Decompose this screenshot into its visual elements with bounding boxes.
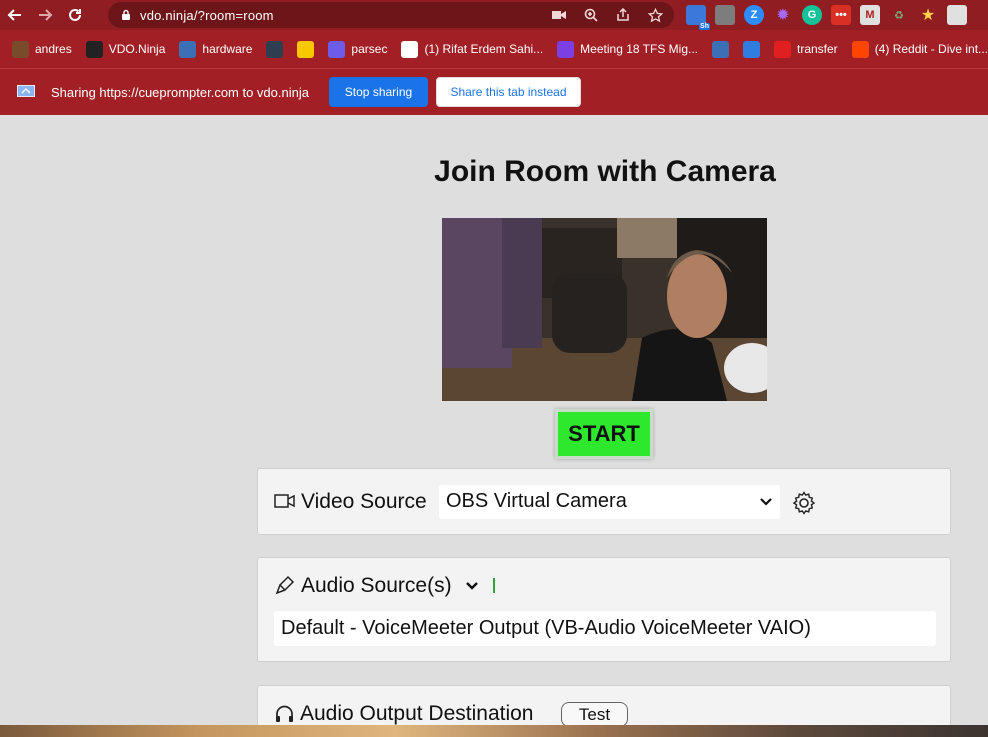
camera-preview xyxy=(442,218,767,401)
bookmark-label: andres xyxy=(35,42,72,56)
bookmark-label: (1) Rifat Erdem Sahi... xyxy=(424,42,544,56)
bookmark-label: parsec xyxy=(351,42,388,56)
chevron-down-icon xyxy=(760,498,772,506)
extension-shared-icon[interactable]: Sh xyxy=(686,5,710,30)
bookmark-item[interactable] xyxy=(266,40,284,58)
page-title: Join Room with Camera xyxy=(434,155,776,188)
bookmark-favicon-icon xyxy=(712,40,729,58)
extension-star-icon[interactable]: ★ xyxy=(918,5,938,25)
screen-share-infobar: Sharing https://cueprompter.com to vdo.n… xyxy=(0,68,988,115)
video-source-label: Video Source xyxy=(301,490,427,513)
video-source-selected-value: OBS Virtual Camera xyxy=(446,490,627,512)
sharing-status-text: Sharing https://cueprompter.com to vdo.n… xyxy=(51,85,309,100)
audio-source-panel: Audio Source(s) Default - VoiceMeeter Ou… xyxy=(257,557,951,662)
audio-level-meter xyxy=(493,578,495,593)
bookmark-star-icon[interactable] xyxy=(646,6,664,24)
bookmark-favicon-icon xyxy=(774,40,791,58)
video-camera-icon xyxy=(274,494,295,508)
bookmark-favicon-icon xyxy=(266,40,284,58)
zoom-icon[interactable] xyxy=(582,6,600,24)
back-arrow-icon xyxy=(7,9,21,21)
extensions-area: Sh Z ✹ G ••• M ♻ ★ xyxy=(686,5,967,30)
extension-m-icon[interactable]: M xyxy=(860,5,880,25)
test-audio-button[interactable]: Test xyxy=(561,702,628,727)
bookmark-item[interactable]: VDO.Ninja xyxy=(85,40,166,58)
extension-image-icon[interactable] xyxy=(715,5,735,25)
bookmark-favicon-icon xyxy=(85,40,103,58)
lock-icon xyxy=(122,9,130,20)
gear-icon[interactable] xyxy=(791,490,817,516)
headphones-icon xyxy=(276,705,293,722)
bookmark-favicon-icon xyxy=(297,40,315,58)
bookmark-item[interactable]: andres xyxy=(12,40,72,58)
bookmark-item[interactable] xyxy=(297,40,315,58)
bookmark-item[interactable]: parsec xyxy=(328,40,388,58)
browser-toolbar: vdo.ninja/?room=room Sh Z ✹ G ••• M ♻ ★ xyxy=(0,0,988,30)
bookmark-item[interactable]: Meeting 18 TFS Mig... xyxy=(557,40,698,58)
bookmark-label: transfer xyxy=(797,42,838,56)
bookmark-label: (4) Reddit - Dive int... xyxy=(874,42,988,56)
forward-button[interactable] xyxy=(30,0,60,30)
forward-arrow-icon xyxy=(39,9,53,21)
url-text: vdo.ninja/?room=room xyxy=(140,7,274,23)
bookmark-favicon-icon xyxy=(851,40,869,58)
bookmark-favicon-icon xyxy=(557,40,575,58)
extension-box-icon[interactable] xyxy=(947,5,967,25)
bookmark-favicon-icon xyxy=(179,40,197,58)
chevron-down-icon[interactable] xyxy=(464,578,480,594)
start-button[interactable]: START xyxy=(555,409,653,459)
audio-device-field[interactable]: Default - VoiceMeeter Output (VB-Audio V… xyxy=(274,611,936,646)
reload-button[interactable] xyxy=(60,0,90,30)
camera-in-use-icon[interactable] xyxy=(550,6,568,24)
extension-recycle-icon[interactable]: ♻ xyxy=(889,5,909,25)
bookmark-item[interactable]: (4) Reddit - Dive int... xyxy=(851,40,988,58)
share-icon[interactable] xyxy=(614,6,632,24)
bookmark-favicon-icon xyxy=(12,40,29,58)
extension-gear-flower-icon[interactable]: ✹ xyxy=(773,5,793,25)
extension-dots-icon[interactable]: ••• xyxy=(831,5,851,25)
bookmark-favicon-icon xyxy=(743,40,760,58)
back-button[interactable] xyxy=(0,0,30,30)
desktop-wallpaper-strip xyxy=(0,725,988,737)
audio-source-label[interactable]: Audio Source(s) xyxy=(301,574,452,598)
video-source-panel: Video Source OBS Virtual Camera xyxy=(257,468,951,535)
bookmark-item[interactable]: (1) Rifat Erdem Sahi... xyxy=(401,40,544,58)
camera-preview-image xyxy=(442,218,767,401)
extension-zoom-icon[interactable]: Z xyxy=(744,5,764,25)
bookmark-item[interactable]: hardware xyxy=(179,40,253,58)
share-this-tab-button[interactable]: Share this tab instead xyxy=(436,77,581,107)
audio-output-label: Audio Output Destination xyxy=(300,702,534,725)
stop-sharing-button[interactable]: Stop sharing xyxy=(329,77,428,107)
bookmark-item[interactable] xyxy=(712,40,729,58)
bookmark-favicon-icon xyxy=(328,40,346,58)
bookmark-item[interactable] xyxy=(743,40,760,58)
bookmark-label: hardware xyxy=(202,42,253,56)
bookmarks-bar: andres VDO.Ninja hardware parsec (1) Rifat E… xyxy=(0,30,988,68)
reload-icon xyxy=(69,8,81,21)
video-source-select[interactable]: OBS Virtual Camera xyxy=(439,485,780,519)
extension-grammarly-icon[interactable]: G xyxy=(802,5,822,25)
screen-share-icon xyxy=(17,85,35,97)
page-content: Join Room with Camera START Video Source… xyxy=(0,115,988,737)
bookmark-label: VDO.Ninja xyxy=(108,42,166,56)
microphone-icon xyxy=(275,575,295,595)
bookmark-favicon-icon xyxy=(401,40,419,58)
bookmark-label: Meeting 18 TFS Mig... xyxy=(580,42,698,56)
bookmark-item[interactable]: transfer xyxy=(774,40,838,58)
address-bar[interactable]: vdo.ninja/?room=room xyxy=(108,2,674,28)
